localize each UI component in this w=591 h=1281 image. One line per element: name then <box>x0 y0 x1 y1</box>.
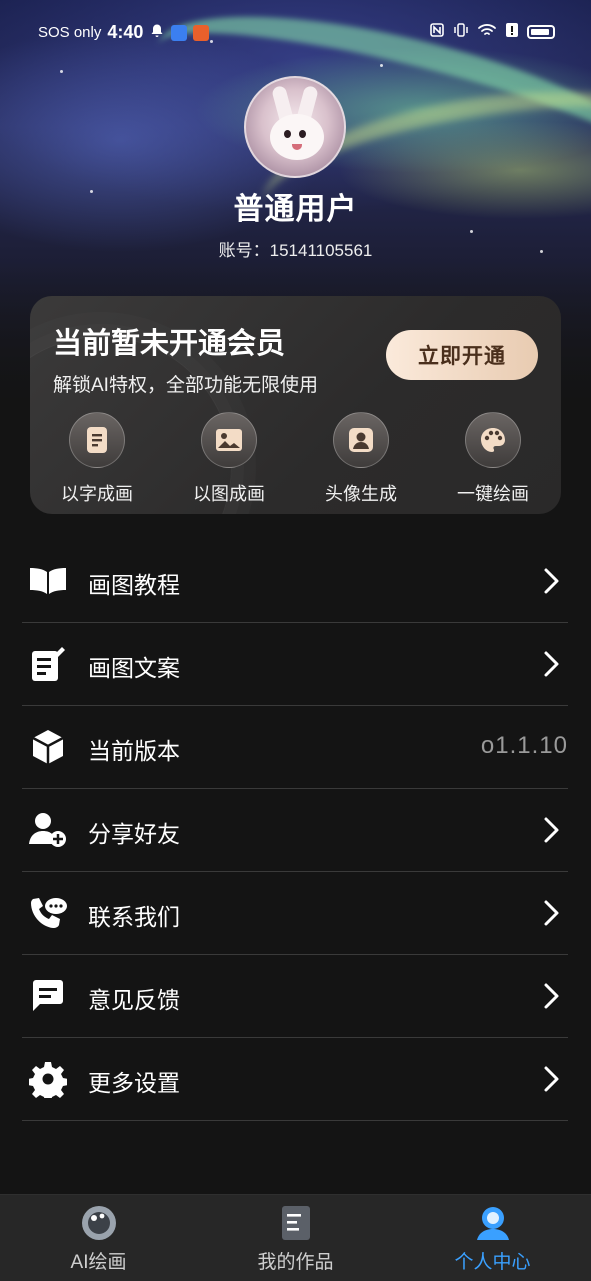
settings-menu: 画图教程 画图文案 当前版本 o1.1.10 分享好友 联系我们 意见反馈 更多… <box>22 540 568 1121</box>
bell-icon <box>149 23 165 43</box>
vip-title: 当前暂未开通会员 <box>53 328 286 360</box>
edit-note-icon <box>28 644 68 684</box>
palette-icon <box>465 412 521 468</box>
chevron-right-icon <box>544 1066 559 1092</box>
tab-my-works[interactable]: 我的作品 <box>197 1195 394 1281</box>
works-tab-icon <box>276 1203 316 1243</box>
feature-text-to-image[interactable]: 以字成画 <box>42 412 152 506</box>
nfc-icon <box>429 22 445 42</box>
menu-item-contact-us[interactable]: 联系我们 <box>22 872 568 955</box>
vip-card: 当前暂未开通会员 解锁AI特权，全部功能无限使用 立即开通 以字成画 以图成画 … <box>30 296 561 514</box>
tab-profile[interactable]: 个人中心 <box>394 1195 591 1281</box>
book-icon <box>28 561 68 601</box>
chevron-right-icon <box>544 651 559 677</box>
battery-icon <box>527 25 555 39</box>
palette-tab-icon <box>79 1203 119 1243</box>
account-number: 账号：15141105561 <box>218 241 373 260</box>
feature-avatar-generation[interactable]: 头像生成 <box>306 412 416 506</box>
username: 普通用户 <box>233 193 358 226</box>
gear-icon <box>28 1059 68 1099</box>
menu-item-drawing-tutorial[interactable]: 画图教程 <box>22 540 568 623</box>
app-badge-icon <box>193 24 210 41</box>
bottom-tab-bar: AI绘画 我的作品 个人中心 <box>0 1194 591 1281</box>
profile-tab-icon <box>473 1203 513 1243</box>
feature-image-to-image[interactable]: 以图成画 <box>174 412 284 506</box>
add-user-icon <box>28 810 68 850</box>
vibrate-icon <box>453 22 469 42</box>
clock: 4:40 <box>107 22 144 42</box>
alert-icon <box>505 22 519 42</box>
menu-item-current-version: 当前版本 o1.1.10 <box>22 706 568 789</box>
menu-item-more-settings[interactable]: 更多设置 <box>22 1038 568 1121</box>
tab-ai-drawing[interactable]: AI绘画 <box>0 1195 197 1281</box>
chevron-right-icon <box>544 817 559 843</box>
image-icon <box>201 412 257 468</box>
chevron-right-icon <box>544 900 559 926</box>
chevron-right-icon <box>544 568 559 594</box>
feedback-icon <box>28 976 68 1016</box>
chevron-right-icon <box>544 983 559 1009</box>
status-bar: SOS only 4:40 <box>0 18 591 48</box>
menu-item-drawing-copywriting[interactable]: 画图文案 <box>22 623 568 706</box>
feature-one-click-draw[interactable]: 一键绘画 <box>438 412 548 506</box>
vip-subtitle: 解锁AI特权，全部功能无限使用 <box>53 375 318 396</box>
activate-vip-button[interactable]: 立即开通 <box>386 330 538 380</box>
person-icon <box>333 412 389 468</box>
menu-item-feedback[interactable]: 意见反馈 <box>22 955 568 1038</box>
cube-icon <box>28 727 68 767</box>
menu-item-share-friends[interactable]: 分享好友 <box>22 789 568 872</box>
wifi-icon <box>477 22 497 42</box>
app-badge-icon <box>171 24 188 41</box>
phone-chat-icon <box>28 893 68 933</box>
document-icon <box>69 412 125 468</box>
carrier-text: SOS only <box>38 24 102 41</box>
avatar[interactable] <box>244 76 346 178</box>
version-value: o1.1.10 <box>480 732 568 759</box>
